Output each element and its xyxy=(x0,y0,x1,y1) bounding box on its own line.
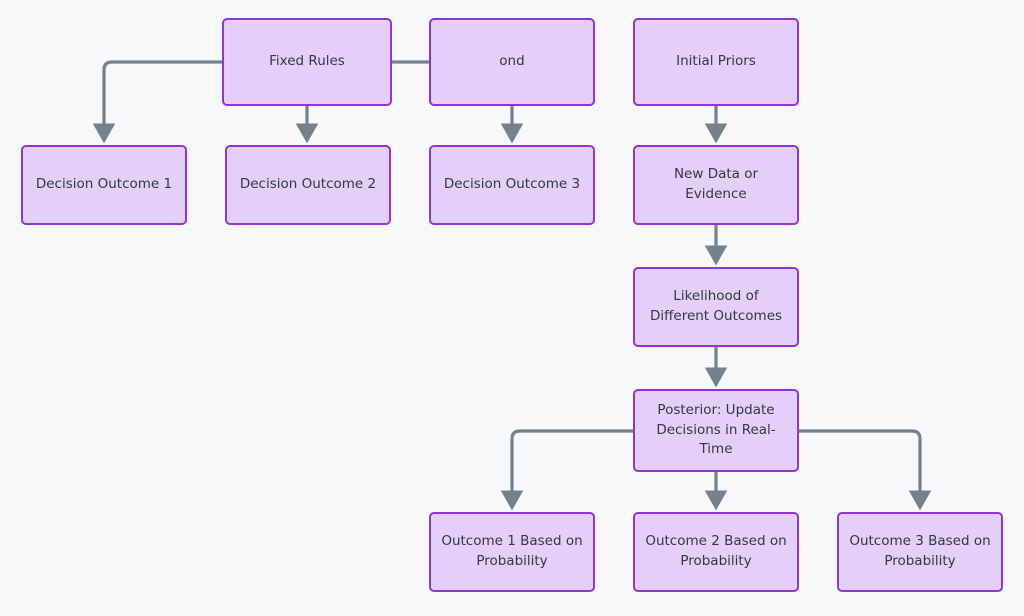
edge-posterior-to-outcome-3 xyxy=(797,429,932,511)
node-label: Outcome 3 Based on Probability xyxy=(849,533,991,569)
node-posterior-update-decisions[interactable]: Posterior: Update Decisions in Real- Tim… xyxy=(633,389,799,472)
node-decision-outcome-1[interactable]: Decision Outcome 1 xyxy=(21,145,187,225)
node-label: Outcome 1 Based on Probability xyxy=(441,533,583,569)
node-label: Decision Outcome 3 xyxy=(443,176,581,193)
node-fixed-rules[interactable]: Fixed Rules xyxy=(222,18,392,106)
node-outcome-1-based-on-probability[interactable]: Outcome 1 Based on Probability xyxy=(429,512,595,592)
node-label: Decision Outcome 2 xyxy=(239,176,377,193)
node-initial-priors[interactable]: Initial Priors xyxy=(633,18,799,106)
node-label: Outcome 2 Based on Probability xyxy=(645,533,787,569)
node-ond[interactable]: ond xyxy=(429,18,595,106)
node-likelihood-of-different-outcomes[interactable]: Likelihood of Different Outcomes xyxy=(633,267,799,347)
node-label: ond xyxy=(499,53,525,70)
node-label: Fixed Rules xyxy=(269,53,345,70)
node-decision-outcome-3[interactable]: Decision Outcome 3 xyxy=(429,145,595,225)
edge-fixed-rules-to-decision-outcome-1 xyxy=(92,60,224,144)
node-new-data-or-evidence[interactable]: New Data or Evidence xyxy=(633,145,799,225)
node-label: Posterior: Update Decisions in Real- Tim… xyxy=(656,402,776,458)
node-label: Initial Priors xyxy=(676,53,756,70)
node-decision-outcome-2[interactable]: Decision Outcome 2 xyxy=(225,145,391,225)
node-label: New Data or Evidence xyxy=(673,166,759,202)
node-outcome-3-based-on-probability[interactable]: Outcome 3 Based on Probability xyxy=(837,512,1003,592)
node-label: Likelihood of Different Outcomes xyxy=(649,288,783,324)
edge-posterior-to-outcome-1 xyxy=(500,429,635,511)
node-label: Decision Outcome 1 xyxy=(35,176,173,193)
node-outcome-2-based-on-probability[interactable]: Outcome 2 Based on Probability xyxy=(633,512,799,592)
flowchart-canvas: Fixed Rules ond Initial Priors Decision … xyxy=(0,0,1024,616)
